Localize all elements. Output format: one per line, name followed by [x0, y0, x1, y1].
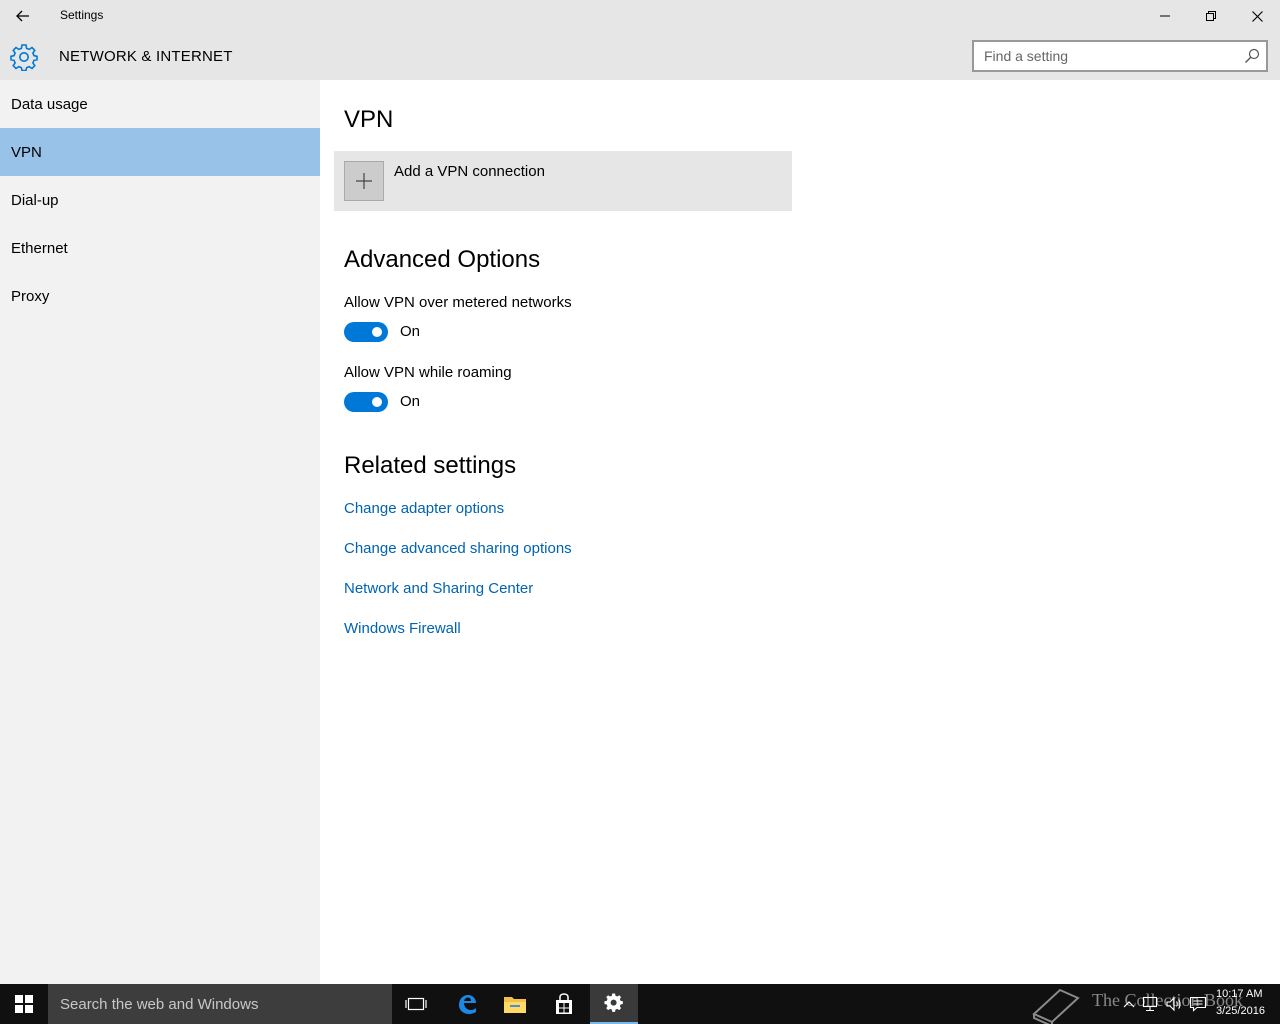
- network-sharing-center-link[interactable]: Network and Sharing Center: [344, 580, 533, 597]
- sidebar-item-vpn[interactable]: VPN: [0, 128, 320, 176]
- store-button[interactable]: [540, 984, 588, 1024]
- settings-header: NETWORK & INTERNET: [0, 32, 1280, 80]
- start-button[interactable]: [0, 984, 48, 1024]
- main-content: VPN Add a VPN connection Advanced Option…: [320, 80, 1280, 984]
- back-button[interactable]: [0, 0, 46, 32]
- action-center-button[interactable]: [1188, 994, 1208, 1014]
- metered-networks-label: Allow VPN over metered networks: [344, 294, 572, 311]
- network-icon: [1142, 996, 1158, 1012]
- roaming-label: Allow VPN while roaming: [344, 364, 512, 381]
- sidebar-item-dial-up[interactable]: Dial-up: [0, 176, 320, 224]
- task-view-icon: [405, 997, 427, 1011]
- metered-networks-toggle[interactable]: [344, 322, 388, 342]
- title-bar: Settings: [0, 0, 1280, 32]
- change-advanced-sharing-link[interactable]: Change advanced sharing options: [344, 540, 572, 557]
- add-vpn-label: Add a VPN connection: [394, 163, 545, 180]
- gear-icon: [10, 44, 38, 71]
- restore-icon: [1206, 11, 1216, 21]
- clock-date[interactable]: 3/25/2016: [1216, 1005, 1265, 1017]
- settings-search[interactable]: [972, 40, 1268, 72]
- window-title: Settings: [60, 8, 104, 22]
- restore-button[interactable]: [1188, 0, 1234, 32]
- taskbar: Search the web and Windows The Collectio…: [0, 984, 1280, 1024]
- windows-firewall-link[interactable]: Windows Firewall: [344, 620, 461, 637]
- notification-icon: [1189, 996, 1207, 1012]
- settings-taskbar-button[interactable]: [590, 984, 638, 1024]
- change-adapter-options-link[interactable]: Change adapter options: [344, 500, 504, 517]
- add-vpn-plus: [344, 161, 384, 201]
- close-icon: [1251, 10, 1263, 22]
- volume-tray-button[interactable]: [1164, 994, 1184, 1014]
- book-icon: [1032, 988, 1080, 1024]
- related-settings-heading: Related settings: [344, 452, 517, 479]
- clock-time[interactable]: 10:17 AM: [1216, 988, 1262, 1000]
- volume-icon: [1166, 996, 1181, 1012]
- minimize-icon: [1160, 15, 1170, 17]
- page-title: NETWORK & INTERNET: [59, 48, 233, 65]
- folder-icon: [504, 997, 526, 1013]
- sidebar-item-proxy[interactable]: Proxy: [0, 272, 320, 320]
- vpn-heading: VPN: [344, 106, 394, 133]
- taskbar-search[interactable]: Search the web and Windows: [48, 984, 392, 1024]
- add-vpn-button[interactable]: Add a VPN connection: [334, 151, 792, 211]
- plus-icon: [356, 173, 372, 189]
- edge-icon: [459, 995, 476, 1014]
- chevron-up-icon: [1123, 1001, 1135, 1008]
- sidebar-item-ethernet[interactable]: Ethernet: [0, 224, 320, 272]
- search-icon: [1245, 48, 1260, 63]
- toggle-knob: [372, 327, 382, 337]
- minimize-button[interactable]: [1142, 0, 1188, 32]
- network-tray-button[interactable]: [1141, 994, 1161, 1014]
- toggle-knob: [372, 397, 382, 407]
- back-arrow-icon: [16, 10, 29, 22]
- taskbar-search-placeholder: Search the web and Windows: [60, 996, 259, 1013]
- show-hidden-icons-button[interactable]: [1119, 994, 1139, 1014]
- store-icon: [556, 993, 572, 1014]
- sidebar-nav: Data usage VPN Dial-up Ethernet Proxy: [0, 80, 320, 984]
- file-explorer-button[interactable]: [491, 984, 539, 1024]
- roaming-state: On: [400, 393, 421, 410]
- sidebar-item-data-usage[interactable]: Data usage: [0, 80, 320, 128]
- task-view-button[interactable]: [392, 984, 440, 1024]
- advanced-options-heading: Advanced Options: [344, 246, 541, 273]
- gear-icon: [604, 993, 623, 1012]
- roaming-toggle[interactable]: [344, 392, 388, 412]
- metered-networks-state: On: [400, 323, 421, 340]
- edge-button[interactable]: [443, 984, 491, 1024]
- search-input[interactable]: [974, 42, 1236, 70]
- close-button[interactable]: [1234, 0, 1280, 32]
- windows-logo-icon: [15, 995, 33, 1013]
